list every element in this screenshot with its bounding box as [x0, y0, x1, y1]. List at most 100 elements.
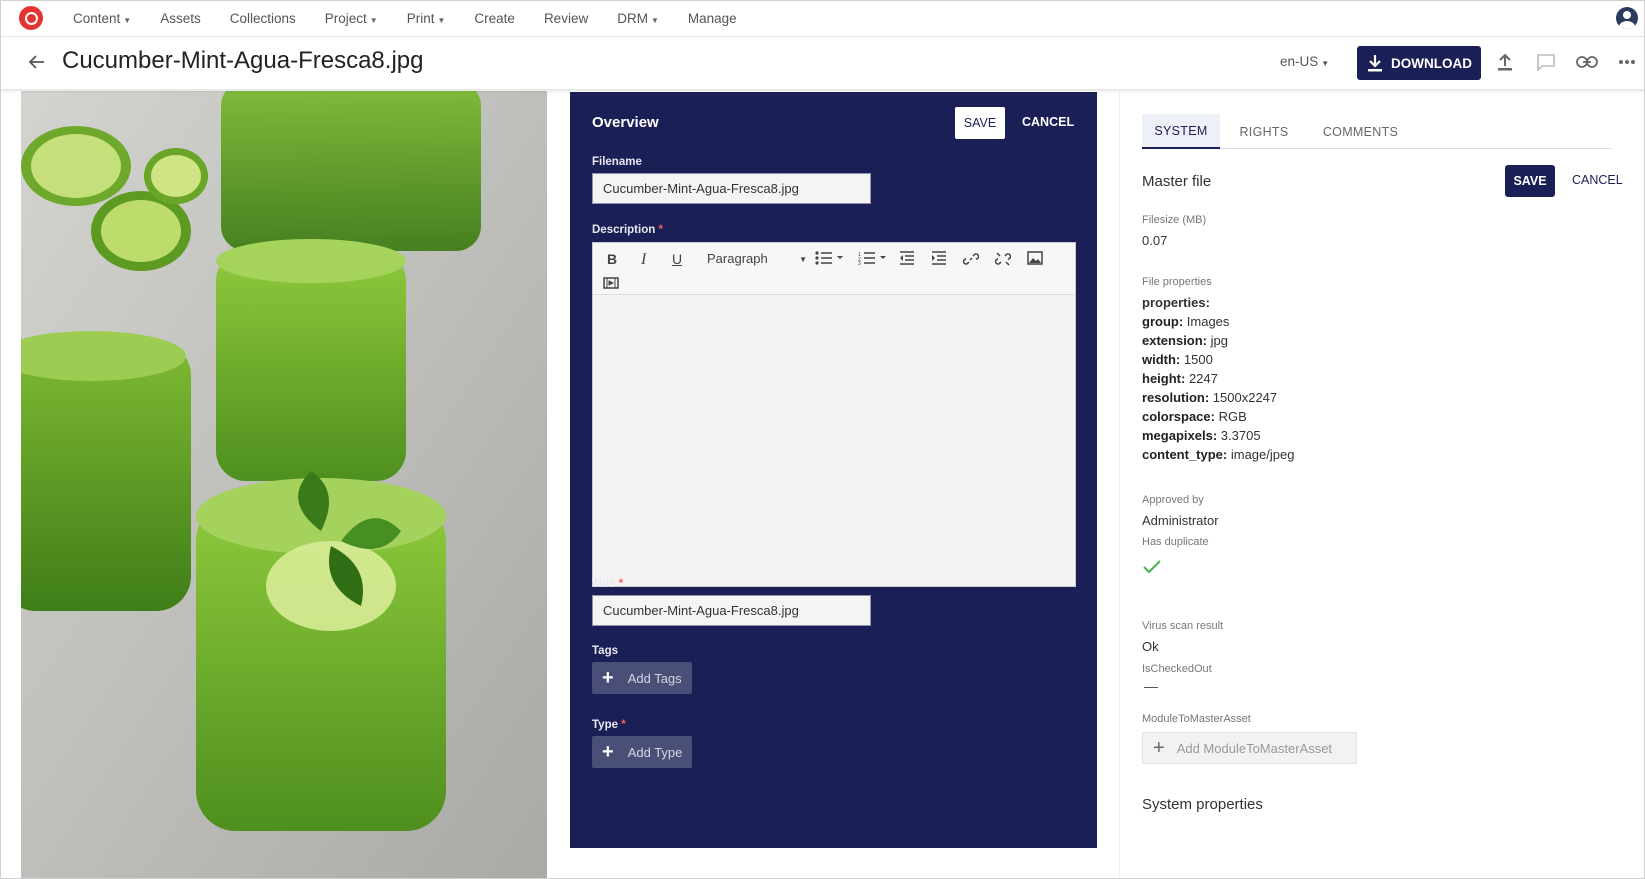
- property-value: 3.3705: [1220, 428, 1261, 443]
- add-tags-label: Add Tags: [627, 670, 682, 686]
- top-navigation: Content ▼ Assets Collections Project ▼ Pri…: [1, 1, 1644, 37]
- bold-icon[interactable]: B: [607, 251, 617, 267]
- title-label: Title *: [592, 578, 623, 590]
- numbered-list-icon[interactable]: 123: [858, 251, 888, 268]
- upload-icon[interactable]: [1493, 50, 1517, 74]
- filename-field[interactable]: Cucumber-Mint-Agua-Fresca8.jpg: [592, 173, 871, 204]
- more-options-icon[interactable]: [1615, 50, 1639, 74]
- comment-icon[interactable]: [1534, 50, 1558, 74]
- locale-selector[interactable]: en-US ▼: [1280, 54, 1329, 69]
- plus-icon: +: [602, 667, 614, 689]
- master-file-cancel-button[interactable]: CANCEL: [1572, 173, 1623, 187]
- property-key: extension:: [1142, 333, 1208, 348]
- virus-scan-value: Ok: [1142, 639, 1159, 654]
- asset-header: Cucumber-Mint-Agua-Fresca8.jpg en-US ▼ DO…: [1, 37, 1644, 89]
- description-editor[interactable]: B I U Paragraph ▼ 123: [592, 242, 1076, 587]
- caret-down-icon: ▼: [1321, 59, 1330, 68]
- plus-icon: +: [1153, 737, 1165, 759]
- caret-down-icon: ▼: [123, 15, 132, 25]
- editor-toolbar: B I U Paragraph ▼ 123: [593, 243, 1075, 295]
- italic-icon[interactable]: I: [641, 251, 646, 269]
- property-content-type: content_type: image/jpeg: [1142, 447, 1294, 462]
- paragraph-label: Paragraph: [707, 251, 768, 266]
- master-file-save-button[interactable]: SAVE: [1505, 165, 1555, 197]
- indent-icon[interactable]: [931, 251, 947, 268]
- locale-label: en-US: [1280, 54, 1319, 69]
- property-key: height:: [1142, 371, 1186, 386]
- overview-save-button[interactable]: SAVE: [955, 107, 1005, 139]
- property-group: group: Images: [1142, 314, 1229, 329]
- caret-down-icon: ▼: [437, 15, 446, 25]
- property-height: height: 2247: [1142, 371, 1218, 386]
- nav-item-label: Content: [73, 10, 121, 26]
- nav-item-review[interactable]: Review: [544, 11, 588, 26]
- overview-title: Overview: [592, 114, 659, 131]
- tab-rights[interactable]: RIGHTS: [1228, 114, 1300, 149]
- insert-image-icon[interactable]: [1027, 251, 1043, 268]
- property-value: 1500x2247: [1212, 390, 1278, 405]
- add-type-label: Add Type: [627, 744, 683, 760]
- nav-item-project[interactable]: Project ▼: [325, 11, 378, 26]
- nav-item-assets[interactable]: Assets: [160, 11, 201, 26]
- property-key: group:: [1142, 314, 1184, 329]
- caret-down-icon: ▼: [799, 255, 807, 264]
- title-field[interactable]: Cucumber-Mint-Agua-Fresca8.jpg: [592, 595, 871, 626]
- property-megapixels: megapixels: 3.3705: [1142, 428, 1261, 443]
- property-key: colorspace:: [1142, 409, 1215, 424]
- add-tags-button[interactable]: + Add Tags: [592, 662, 692, 694]
- nav-item-manage[interactable]: Manage: [688, 11, 737, 26]
- tab-system[interactable]: SYSTEM: [1142, 114, 1220, 149]
- nav-item-label: Manage: [687, 10, 737, 26]
- unlink-icon[interactable]: [994, 251, 1012, 270]
- app-logo-icon[interactable]: [19, 6, 43, 30]
- approved-by-value: Administrator: [1142, 513, 1219, 528]
- nav-item-create[interactable]: Create: [474, 11, 515, 26]
- nav-item-label: Print: [406, 10, 435, 26]
- type-label-text: Type: [592, 719, 618, 731]
- master-file-title: Master file: [1142, 173, 1212, 190]
- outdent-icon[interactable]: [899, 251, 915, 268]
- properties-header: properties:: [1142, 295, 1210, 310]
- property-value: RGB: [1218, 409, 1247, 424]
- nav-item-label: Assets: [160, 10, 201, 26]
- property-key: megapixels:: [1142, 428, 1218, 443]
- nav-item-print[interactable]: Print ▼: [407, 11, 446, 26]
- type-label: Type *: [592, 719, 626, 731]
- caret-down-icon: ▼: [369, 15, 378, 25]
- add-type-button[interactable]: + Add Type: [592, 736, 693, 768]
- nav-item-drm[interactable]: DRM ▼: [617, 11, 659, 26]
- property-value: image/jpeg: [1230, 447, 1295, 462]
- app-window: Content ▼ Assets Collections Project ▼ Pri…: [0, 0, 1645, 879]
- system-properties-title: System properties: [1142, 796, 1263, 813]
- insert-media-icon[interactable]: [603, 276, 619, 292]
- nav-item-label: Create: [474, 10, 515, 26]
- user-avatar-icon[interactable]: [1616, 7, 1638, 29]
- property-value: 1500: [1183, 352, 1213, 367]
- title-label-text: Title: [592, 578, 616, 590]
- download-icon: [1368, 55, 1382, 72]
- back-arrow-icon[interactable]: [27, 52, 49, 74]
- required-marker: *: [658, 224, 663, 236]
- overview-cancel-button[interactable]: CANCEL: [1022, 115, 1074, 129]
- nav-item-label: Review: [543, 10, 589, 26]
- nav-menu: Content ▼ Assets Collections Project ▼ Pri…: [73, 1, 766, 35]
- paragraph-format-select[interactable]: Paragraph ▼: [707, 251, 807, 266]
- tab-comments[interactable]: COMMENTS: [1308, 114, 1413, 149]
- nav-item-content[interactable]: Content ▼: [73, 11, 131, 26]
- insert-link-icon[interactable]: [962, 251, 980, 270]
- property-resolution: resolution: 1500x2247: [1142, 390, 1277, 405]
- download-label: DOWNLOAD: [1391, 55, 1472, 71]
- required-marker: *: [621, 719, 626, 731]
- filesize-value: 0.07: [1142, 233, 1168, 248]
- property-value: 2247: [1188, 371, 1218, 386]
- property-colorspace: colorspace: RGB: [1142, 409, 1247, 424]
- link-icon[interactable]: [1575, 50, 1599, 74]
- tab-bar: SYSTEM RIGHTS COMMENTS: [1142, 114, 1612, 149]
- property-value: Images: [1186, 314, 1230, 329]
- property-key: width:: [1142, 352, 1181, 367]
- underline-icon[interactable]: U: [672, 251, 682, 267]
- bullet-list-icon[interactable]: [815, 251, 845, 268]
- download-button[interactable]: DOWNLOAD: [1357, 46, 1481, 80]
- nav-item-collections[interactable]: Collections: [230, 11, 296, 26]
- add-module-to-master-asset-button[interactable]: + Add ModuleToMasterAsset: [1142, 732, 1357, 764]
